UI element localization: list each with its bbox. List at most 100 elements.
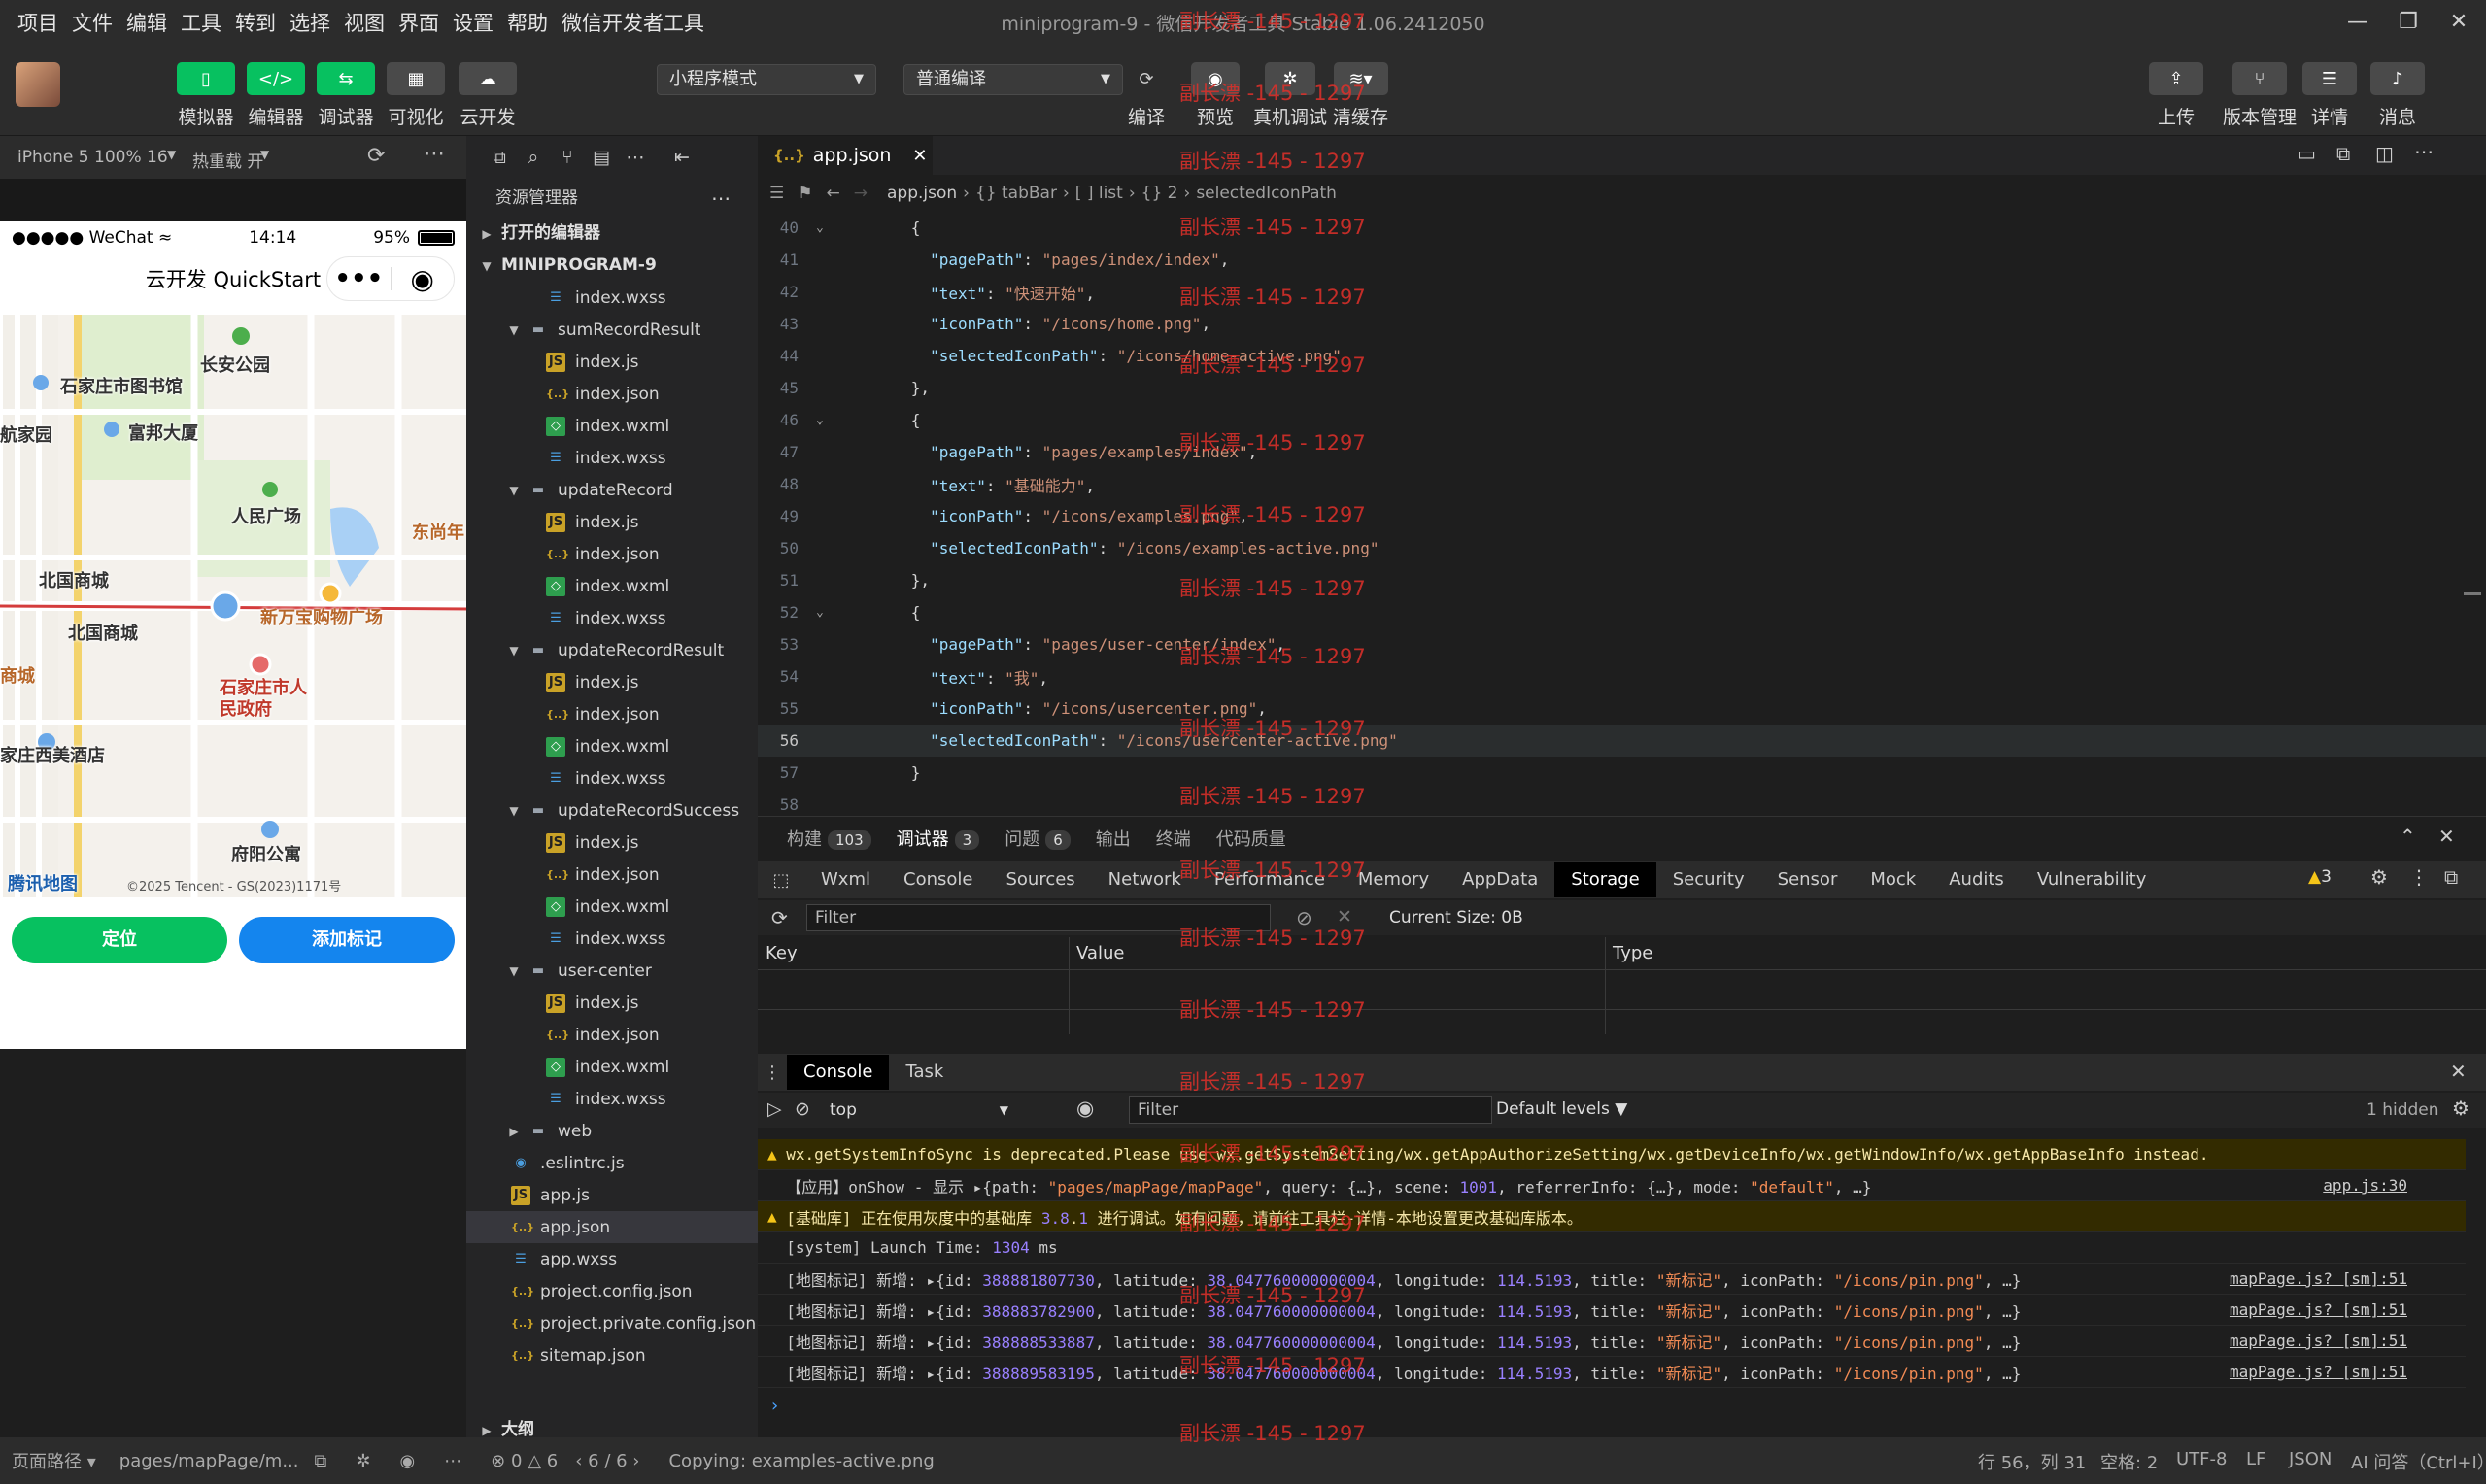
details-button[interactable]: ☰ 详情 — [2302, 62, 2357, 129]
breadcrumb-item[interactable]: app.json — [887, 184, 957, 203]
indentation[interactable]: 空格: 2 — [2100, 1449, 2158, 1474]
copy-icon[interactable]: ⧉ — [2336, 142, 2350, 165]
ai-assistant[interactable]: AI 问答（Ctrl+I） — [2351, 1449, 2486, 1474]
compile-button[interactable]: ⟳ 编译 — [1125, 62, 1168, 129]
hot-reload-toggle[interactable]: 热重载 开 — [192, 148, 263, 172]
file-tree-item[interactable]: ☰ index.wxss — [466, 762, 758, 794]
menu-item[interactable]: 帮助 — [507, 8, 548, 37]
page-path-label[interactable]: 页面路径 ▾ — [12, 1448, 96, 1473]
file-tree-item[interactable]: JS index.js — [466, 506, 758, 538]
context-select[interactable]: top ▼ — [822, 1096, 1016, 1124]
close-capsule-icon[interactable]: ◉ — [392, 263, 455, 295]
panel-tab[interactable]: 代码质量 — [1216, 826, 1286, 851]
file-tree-item[interactable]: ◇ index.wxml — [466, 570, 758, 602]
devtools-tab[interactable]: Storage — [1554, 862, 1656, 897]
collapse-panel-icon[interactable]: ⇤ — [671, 147, 693, 168]
console-prompt-icon[interactable]: › — [771, 1396, 778, 1416]
file-tree-item[interactable]: {..} sitemap.json — [466, 1339, 758, 1371]
file-tree-item[interactable]: ◇ index.wxml — [466, 730, 758, 762]
panel-tab[interactable]: 输出 — [1096, 826, 1131, 851]
inspect-icon[interactable]: ⬚ — [758, 870, 804, 891]
menu-item[interactable]: 视图 — [344, 8, 385, 37]
add-marker-button[interactable]: 添加标记 — [239, 917, 455, 963]
open-editors-section[interactable]: ▶ 打开的编辑器 — [466, 218, 758, 250]
clear-cache-button[interactable]: ≋▾ 清缓存 — [1333, 62, 1388, 129]
editor-button[interactable]: </> 编辑器 — [247, 62, 305, 129]
map-view[interactable]: 长安公园 石家庄市图书馆 航家园 富邦大厦 人民广场 东尚年 北国商城 北国商城… — [0, 315, 466, 897]
pager[interactable]: ‹ 6 / 6 › — [575, 1451, 639, 1471]
undock-icon[interactable]: ⧉ — [2444, 865, 2458, 889]
close-tab-icon[interactable]: ✕ — [912, 146, 927, 166]
devtools-tab[interactable]: Network — [1092, 862, 1198, 897]
storage-filter-input[interactable]: Filter — [806, 904, 1271, 931]
more-icon[interactable]: ••• — [327, 264, 391, 293]
source-link[interactable]: mapPage.js? [sm]:51 — [2230, 1332, 2407, 1350]
file-tree-item[interactable]: {..} index.json — [466, 1019, 758, 1051]
refresh-icon[interactable]: ⟳ — [367, 144, 385, 168]
chevron-up-icon[interactable]: ⌃ — [2400, 825, 2416, 848]
file-tree-item[interactable]: ☰ index.wxss — [466, 442, 758, 474]
source-link[interactable]: mapPage.js? [sm]:51 — [2230, 1269, 2407, 1288]
gear-icon[interactable]: ⚙ — [2452, 1096, 2469, 1120]
file-tree-item[interactable]: {..} index.json — [466, 378, 758, 410]
close-icon[interactable]: ✕ — [2444, 8, 2473, 37]
menu-item[interactable]: 设置 — [453, 8, 494, 37]
breadcrumb-item[interactable]: {} tabBar — [975, 184, 1057, 203]
close-panel-icon[interactable]: ✕ — [2438, 825, 2455, 848]
cursor-position[interactable]: 行 56，列 31 — [1978, 1449, 2086, 1474]
file-tree-item[interactable]: {..} app.json — [466, 1211, 758, 1243]
file-tree-item[interactable]: JS app.js — [466, 1179, 758, 1211]
split-editor-icon[interactable]: ◫ — [2375, 142, 2394, 165]
more-icon[interactable]: ⋯ — [625, 147, 646, 168]
comment-icon[interactable]: ▭ — [2298, 142, 2316, 165]
messages-button[interactable]: ♪ 消息 — [2370, 62, 2425, 129]
file-tree-item[interactable]: ▶ ▬ web — [466, 1115, 758, 1147]
back-icon[interactable]: ← — [827, 184, 840, 203]
file-tree-item[interactable]: ▼ ▬ updateRecordSuccess — [466, 794, 758, 826]
file-tree-item[interactable]: ◇ index.wxml — [466, 1051, 758, 1083]
simulator-button[interactable]: ▯ 模拟器 — [177, 62, 235, 129]
file-tree-item[interactable]: ☰ app.wxss — [466, 1243, 758, 1275]
devtools-tab[interactable]: Security — [1656, 862, 1761, 897]
more-icon[interactable]: ⋯ — [2414, 140, 2434, 163]
files-icon[interactable]: ⧉ — [489, 147, 510, 168]
debugger-button[interactable]: ⇆ 调试器 — [317, 62, 375, 129]
mode-select[interactable]: 小程序模式 ▼ — [657, 64, 876, 95]
devtools-tab[interactable]: Sensor — [1761, 862, 1855, 897]
devtools-tab[interactable]: Audits — [1932, 862, 2021, 897]
more-icon[interactable]: ⋯ — [444, 1451, 461, 1471]
code-area[interactable]: 40 ⌄ {41 "pagePath": "pages/index/index",… — [758, 212, 2486, 821]
real-device-debug-button[interactable]: ✲ 真机调试 — [1253, 62, 1327, 129]
preview-button[interactable]: ◉ 预览 — [1191, 62, 1240, 129]
file-tree-item[interactable]: ☰ index.wxss — [466, 602, 758, 634]
clear-icon[interactable]: ✕ — [1337, 906, 1352, 928]
file-tree-item[interactable]: ☰ index.wxss — [466, 1083, 758, 1115]
list-icon[interactable]: ☰ — [769, 184, 784, 203]
panel-tab[interactable]: 调试器 3 — [897, 826, 980, 851]
file-tree-item[interactable]: ◉ .eslintrc.js — [466, 1147, 758, 1179]
devtools-tab[interactable]: Vulnerability — [2021, 862, 2163, 897]
file-tree-item[interactable]: {..} index.json — [466, 859, 758, 891]
file-tree-item[interactable]: {..} project.config.json — [466, 1275, 758, 1307]
file-tree-item[interactable]: ◇ index.wxml — [466, 891, 758, 923]
minimize-icon[interactable]: — — [2343, 8, 2372, 37]
menu-item[interactable]: 文件 — [72, 8, 113, 37]
source-link[interactable]: app.js:30 — [2323, 1176, 2407, 1195]
devtools-tab[interactable]: Sources — [989, 862, 1091, 897]
file-tree-item[interactable]: JS index.js — [466, 666, 758, 698]
bug-icon[interactable]: ✲ — [356, 1451, 370, 1471]
file-tree-item[interactable]: ▼ ▬ sumRecordResult — [466, 314, 758, 346]
avatar[interactable] — [16, 62, 60, 107]
file-tree-item[interactable]: ▼ ▬ user-center — [466, 955, 758, 987]
devtools-tab[interactable]: Memory — [1342, 862, 1446, 897]
more-vertical-icon[interactable]: ⋮ — [758, 1062, 787, 1083]
cloud-dev-button[interactable]: ☁ 云开发 — [459, 62, 517, 129]
file-tree-item[interactable]: JS index.js — [466, 826, 758, 859]
more-vertical-icon[interactable]: ⋮ — [2409, 865, 2429, 889]
drawer-tab-console[interactable]: Console — [787, 1055, 890, 1090]
version-control-button[interactable]: ⑂ 版本管理 — [2223, 62, 2297, 129]
devtools-tab[interactable]: Wxml — [804, 862, 887, 897]
panel-tab[interactable]: 构建 103 — [787, 826, 871, 851]
file-tree-item[interactable]: JS index.js — [466, 346, 758, 378]
menu-item[interactable]: 编辑 — [126, 8, 167, 37]
